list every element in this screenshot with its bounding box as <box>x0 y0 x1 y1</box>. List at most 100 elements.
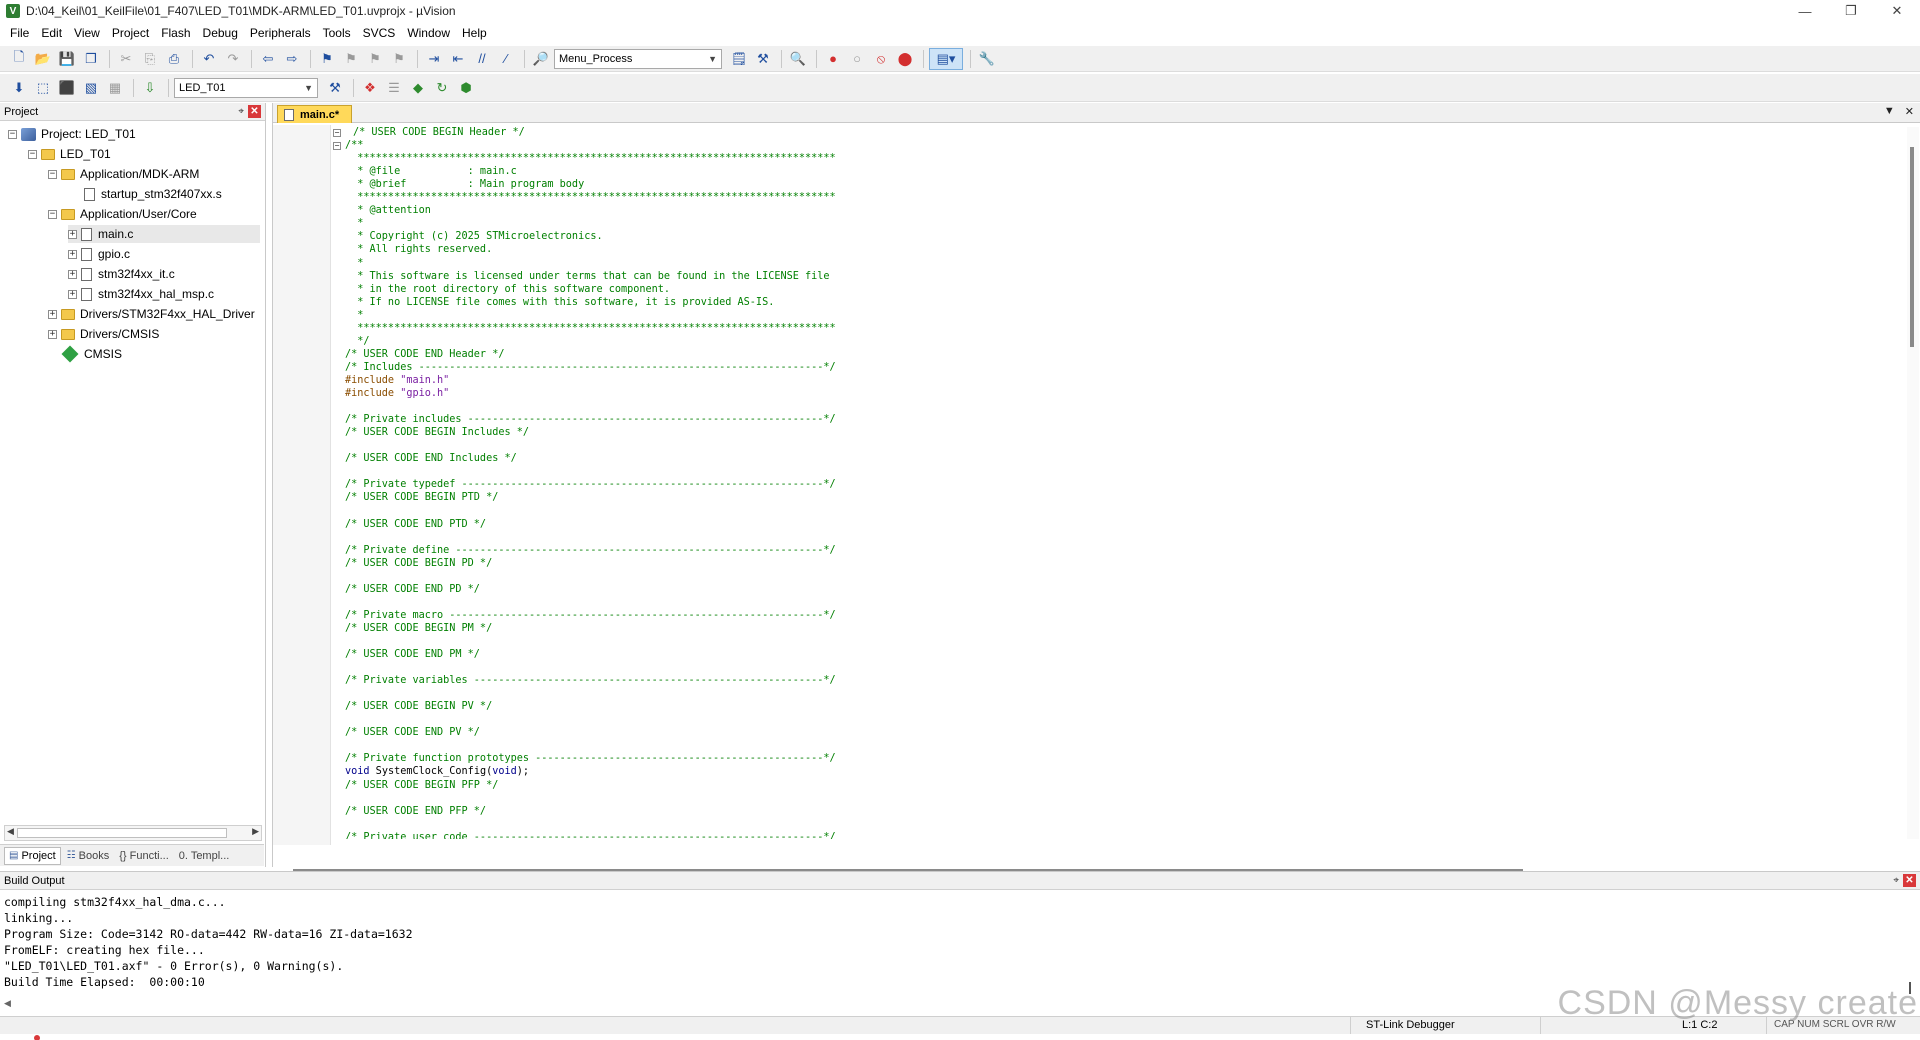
menu-window[interactable]: Window <box>401 22 456 44</box>
tab-main-c[interactable]: main.c* <box>277 105 353 123</box>
new-file-icon[interactable]: 🗋 <box>8 48 30 70</box>
collapse-icon[interactable]: − <box>48 169 57 179</box>
collapse-icon[interactable]: − <box>28 149 37 159</box>
pack-installer-icon[interactable]: ◆ <box>407 77 429 99</box>
manage-run-time-environment-icon[interactable]: ❖ <box>359 77 381 99</box>
window-layout-icon[interactable]: ▤▾ <box>929 47 963 70</box>
minimize-icon[interactable]: — <box>1782 0 1828 22</box>
code-line[interactable]: ****************************************… <box>345 153 835 164</box>
code-line[interactable]: /* USER CODE BEGIN PM */ <box>345 623 492 634</box>
code-line[interactable]: * @attention <box>345 205 431 216</box>
scroll-left-icon[interactable]: ◀ <box>4 998 11 1009</box>
code-line[interactable]: /* USER CODE BEGIN Header */ <box>353 127 525 138</box>
tab-project[interactable]: ▤ Project <box>4 846 61 865</box>
close-icon[interactable]: ✕ <box>1905 105 1914 118</box>
code-lines[interactable]: 1/* USER CODE BEGIN Header */2/**3 *****… <box>341 127 1901 839</box>
uncomment-icon[interactable]: ∕ <box>495 48 517 70</box>
code-line[interactable]: /* USER CODE BEGIN PV */ <box>345 701 492 712</box>
bookmark-next-icon[interactable]: ⚑ <box>364 48 386 70</box>
unindent-icon[interactable]: ⇤ <box>447 48 469 70</box>
maximize-icon[interactable]: ❐ <box>1828 0 1874 22</box>
configure-icon[interactable]: 🔧 <box>976 48 998 70</box>
code-line[interactable]: * in the root directory of this software… <box>345 284 670 295</box>
tab-list-icon[interactable]: ▼ <box>1884 105 1895 118</box>
code-line[interactable]: /* USER CODE END PM */ <box>345 649 480 660</box>
save-all-icon[interactable]: ❐ <box>80 48 102 70</box>
code-vertical-scrollbar[interactable] <box>1907 127 1919 839</box>
tab-templates[interactable]: 0. Templ... <box>175 848 234 864</box>
stop-build-icon[interactable]: ▦ <box>104 77 126 99</box>
code-line[interactable]: /* Includes ----------------------------… <box>345 362 836 373</box>
indent-icon[interactable]: ⇥ <box>423 48 445 70</box>
target-select[interactable]: LED_T01 ▼ <box>174 77 318 98</box>
expand-icon[interactable]: + <box>68 289 77 299</box>
menu-edit[interactable]: Edit <box>35 22 68 44</box>
scroll-left-icon[interactable]: ◀ <box>7 826 14 837</box>
tree-item-file[interactable]: startup_stm32f407xx.s <box>84 185 222 203</box>
tree-item-target[interactable]: − LED_T01 <box>28 145 111 163</box>
code-line[interactable]: /* Private includes --------------------… <box>345 414 836 425</box>
code-line[interactable]: /* USER CODE BEGIN Includes */ <box>345 427 529 438</box>
tree-item-group-core[interactable]: − Application/User/Core <box>48 205 197 223</box>
code-line[interactable]: /* Private macro -----------------------… <box>345 610 836 621</box>
code-line[interactable]: ****************************************… <box>345 192 835 203</box>
code-line[interactable]: */ <box>345 336 369 347</box>
navigate-forward-icon[interactable]: ⇨ <box>281 48 303 70</box>
code-line[interactable]: * @file : main.c <box>345 166 516 177</box>
paste-icon[interactable]: ⎙ <box>163 48 185 70</box>
copy-icon[interactable]: ⎘ <box>139 48 161 70</box>
code-line[interactable]: /* Private function prototypes ---------… <box>345 753 836 764</box>
disable-breakpoints-icon[interactable]: ⦸ <box>870 48 892 70</box>
code-line[interactable]: /* Private variables -------------------… <box>345 675 836 686</box>
code-line[interactable]: /* Private typedef ---------------------… <box>345 479 836 490</box>
tree-item-group-cmsis[interactable]: + Drivers/CMSIS <box>48 325 159 343</box>
scrollbar-thumb[interactable] <box>1910 147 1914 347</box>
menu-help[interactable]: Help <box>456 22 493 44</box>
tree-item-project[interactable]: − Project: LED_T01 <box>8 125 136 143</box>
find-combo[interactable]: Menu_Process ▼ <box>554 48 722 69</box>
code-line[interactable]: void SystemClock_Config(void); <box>345 766 529 777</box>
find-references-icon[interactable]: ⚒ <box>752 48 774 70</box>
menu-tools[interactable]: Tools <box>317 22 357 44</box>
tree-horizontal-scrollbar[interactable]: ◀ ▶ <box>4 825 262 841</box>
build-output-text[interactable]: compiling stm32f4xx_hal_dma.c... linking… <box>4 894 1884 994</box>
download-load-icon[interactable]: ⇩ <box>139 77 161 99</box>
save-icon[interactable]: 💾 <box>56 48 78 70</box>
code-line[interactable]: * This software is licensed under terms … <box>345 271 829 282</box>
code-line[interactable]: /* Private define ----------------------… <box>345 545 836 556</box>
tree-item-file-selected[interactable]: + main.c <box>68 225 260 243</box>
code-line[interactable]: /* USER CODE BEGIN PD */ <box>345 558 492 569</box>
tree-item-file[interactable]: + gpio.c <box>68 245 130 263</box>
pin-icon[interactable]: ⌖ <box>238 106 244 117</box>
menu-view[interactable]: View <box>68 22 106 44</box>
code-line[interactable]: /* USER CODE END Header */ <box>345 349 504 360</box>
pin-icon[interactable]: ⌖ <box>1893 875 1899 886</box>
expand-icon[interactable]: + <box>68 249 77 259</box>
tree-item-cmsis-component[interactable]: CMSIS <box>61 345 122 363</box>
build-icon[interactable]: ⬚ <box>32 77 54 99</box>
tab-functions[interactable]: {} Functi... <box>115 848 173 864</box>
bookmark-prev-icon[interactable]: ⚑ <box>340 48 362 70</box>
bookmark-clear-icon[interactable]: ⚑ <box>388 48 410 70</box>
code-area[interactable]: − − 1/* USER CODE BEGIN Header */2/**3 *… <box>273 125 1920 871</box>
scroll-right-icon[interactable]: ▶ <box>252 826 259 837</box>
cut-icon[interactable]: ✂ <box>115 48 137 70</box>
rebuild-icon[interactable]: ⬛ <box>56 77 78 99</box>
build-output-vertical-scrollbar[interactable] <box>1906 894 1914 994</box>
code-line[interactable]: /* USER CODE END PFP */ <box>345 806 486 817</box>
code-line[interactable]: /* USER CODE END PD */ <box>345 584 480 595</box>
menu-flash[interactable]: Flash <box>155 22 196 44</box>
batch-build-icon[interactable]: ▧ <box>80 77 102 99</box>
code-line[interactable]: #include "gpio.h" <box>345 388 449 399</box>
fold-open-icon[interactable]: − <box>333 142 341 150</box>
code-line[interactable]: * If no LICENSE file comes with this sof… <box>345 297 774 308</box>
bookmark-insert-icon[interactable]: ⚑ <box>316 48 338 70</box>
open-file-icon[interactable]: 📂 <box>32 48 54 70</box>
menu-file[interactable]: File <box>4 22 35 44</box>
code-line[interactable]: * Copyright (c) 2025 STMicroelectronics. <box>345 231 602 242</box>
code-line[interactable]: /* USER CODE BEGIN PFP */ <box>345 780 498 791</box>
translate-icon[interactable]: ⬇ <box>8 77 30 99</box>
tree-item-group-mdk-arm[interactable]: − Application/MDK-ARM <box>48 165 199 183</box>
code-line[interactable]: ****************************************… <box>345 323 835 334</box>
menu-svcs[interactable]: SVCS <box>357 22 402 44</box>
